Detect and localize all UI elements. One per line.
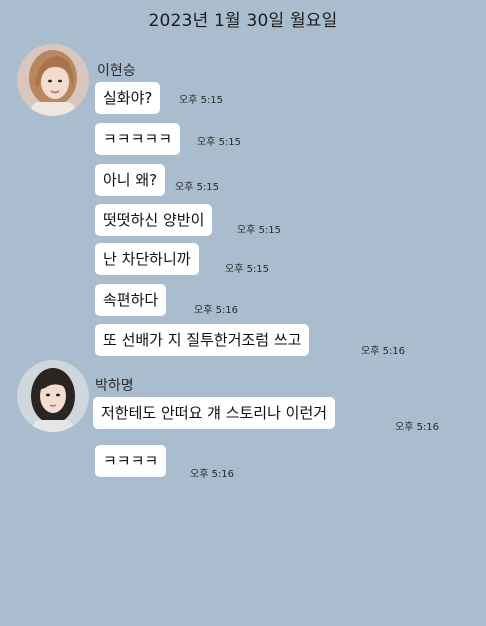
message-bubble-2[interactable]: ㅋㅋㅋㅋㅋ [95, 123, 181, 155]
avatar-sender-1[interactable] [17, 44, 89, 116]
date-header: 2023년 1월 30일 월요일 [148, 11, 338, 31]
message-time-2: 오후 5:15 [197, 137, 242, 148]
message-time-6: 오후 5:16 [194, 305, 239, 316]
message-time-9: 오후 5:16 [190, 469, 235, 480]
message-bubble-7[interactable]: 또 선배가 지 질투한거조럼 쓰고 [95, 324, 310, 356]
message-bubble-5[interactable]: 난 차단하니까 [95, 243, 199, 275]
avatar-sender-2[interactable] [17, 360, 89, 432]
message-time-7: 오후 5:16 [361, 346, 406, 357]
message-time-8: 오후 5:16 [395, 422, 440, 433]
message-time-5: 오후 5:15 [225, 264, 270, 275]
message-time-4: 오후 5:15 [237, 225, 282, 236]
message-bubble-8[interactable]: 저한테도 안떠요 걔 스토리나 이런거 [93, 397, 336, 429]
profile-photo-icon [17, 44, 89, 116]
message-bubble-9[interactable]: ㅋㅋㅋㅋ [95, 445, 167, 477]
sender-name-2: 박하명 [95, 378, 134, 394]
message-bubble-3[interactable]: 아니 왜? [95, 164, 166, 196]
message-time-3: 오후 5:15 [175, 182, 220, 193]
sender-name-1: 이현승 [97, 63, 136, 79]
message-bubble-6[interactable]: 속편하다 [95, 284, 167, 316]
message-bubble-1[interactable]: 실화야? [95, 82, 161, 114]
profile-photo-icon [17, 360, 89, 432]
message-time-1: 오후 5:15 [179, 95, 224, 106]
message-bubble-4[interactable]: 떳떳하신 양반이 [95, 204, 213, 236]
